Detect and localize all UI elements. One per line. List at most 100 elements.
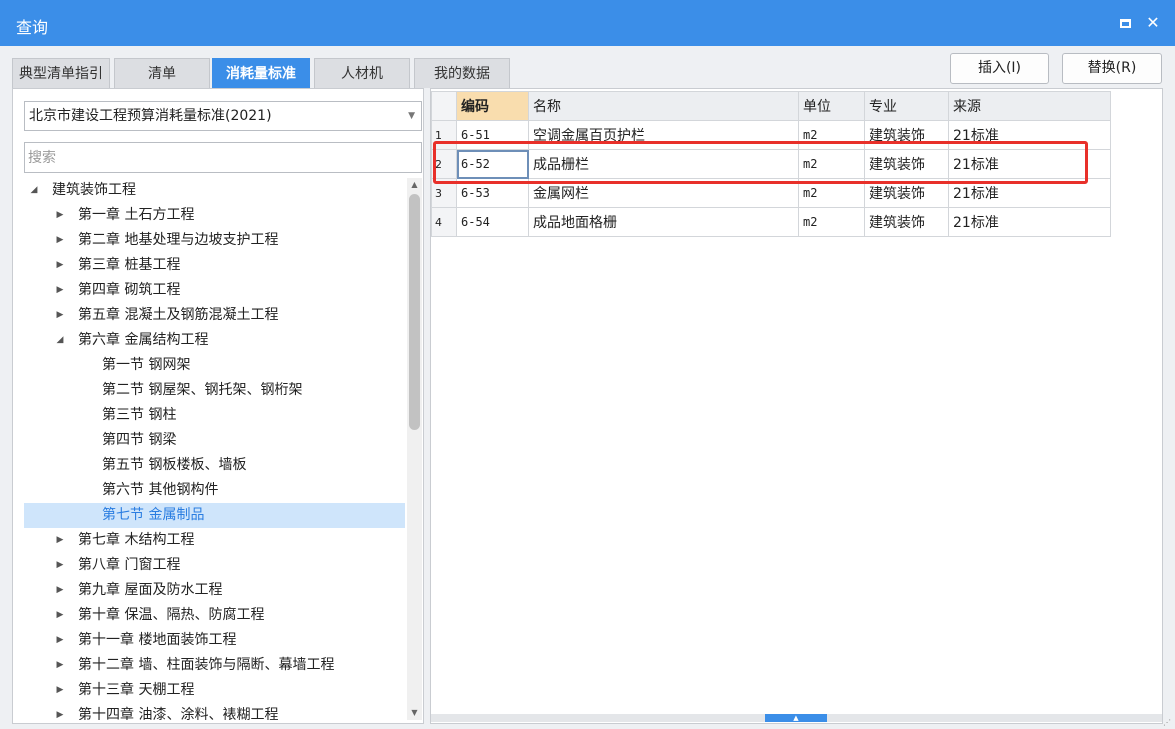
collapse-caret-icon[interactable]: ▶ <box>54 653 66 678</box>
collapse-caret-icon[interactable]: ▶ <box>54 228 66 253</box>
cell-source[interactable]: 21标准 <box>948 149 1111 179</box>
row-index: 4 <box>431 207 457 237</box>
cell-source[interactable]: 21标准 <box>948 120 1111 150</box>
collapse-caret-icon[interactable]: ▶ <box>54 603 66 628</box>
cell-code[interactable]: 6-51 <box>456 120 529 150</box>
tree-item[interactable]: ▶ 第十三章 天棚工程 <box>24 678 405 703</box>
tree-item[interactable]: ▶ 第三章 桩基工程 <box>24 253 405 278</box>
tree-item[interactable]: ▶ 第二章 地基处理与边坡支护工程 <box>24 228 405 253</box>
collapse-caret-icon[interactable]: ▶ <box>54 303 66 328</box>
chevron-down-icon[interactable]: ▼ <box>408 102 415 130</box>
window-title: 查询 <box>16 18 49 37</box>
cell-code[interactable]: 6-54 <box>456 207 529 237</box>
column-header-source[interactable]: 来源 <box>948 91 1111 121</box>
tree-item[interactable]: ▶ 第七章 木结构工程 <box>24 528 405 553</box>
collapse-caret-icon[interactable]: ▶ <box>54 678 66 703</box>
tree-item[interactable]: ◢ 第六章 金属结构工程 <box>24 328 405 353</box>
tree-item[interactable]: ◢ 建筑装饰工程 <box>24 178 405 203</box>
grid-header-row: 编码 名称 单位 专业 来源 <box>431 91 1111 121</box>
tree-item[interactable]: ▶ 第五章 混凝土及钢筋混凝土工程 <box>24 303 405 328</box>
maximize-icon[interactable] <box>1114 12 1136 34</box>
table-row[interactable]: 2 6-52 成品栅栏 m2 建筑装饰 21标准 <box>431 149 1111 179</box>
cell-name[interactable]: 金属网栏 <box>528 178 799 208</box>
collapse-caret-icon[interactable]: ▶ <box>54 253 66 278</box>
close-icon[interactable]: ✕ <box>1142 12 1164 34</box>
scroll-down-icon[interactable]: ▼ <box>407 706 422 720</box>
collapse-caret-icon[interactable]: ▶ <box>54 528 66 553</box>
column-header-major[interactable]: 专业 <box>864 91 949 121</box>
table-row[interactable]: 1 6-51 空调金属百页护栏 m2 建筑装饰 21标准 <box>431 120 1111 150</box>
tab-consumption-standard[interactable]: 消耗量标准 <box>212 58 310 88</box>
tree-item[interactable]: ▶ 第十一章 楼地面装饰工程 <box>24 628 405 653</box>
cell-source[interactable]: 21标准 <box>948 178 1111 208</box>
cell-unit[interactable]: m2 <box>798 178 865 208</box>
tree-item-label: 第七章 木结构工程 <box>78 532 195 548</box>
expand-caret-icon[interactable]: ◢ <box>28 178 40 203</box>
collapse-caret-icon[interactable]: ▶ <box>54 628 66 653</box>
cell-major[interactable]: 建筑装饰 <box>864 120 949 150</box>
cell-major[interactable]: 建筑装饰 <box>864 178 949 208</box>
collapse-caret-icon[interactable]: ▶ <box>54 703 66 720</box>
splitter-handle-icon[interactable]: ▲ <box>765 714 827 722</box>
tree-scrollbar[interactable]: ▲ ▼ <box>407 178 422 720</box>
tree-item-label: 第十章 保温、隔热、防腐工程 <box>78 607 265 623</box>
tree-item[interactable]: ▶ 第八章 门窗工程 <box>24 553 405 578</box>
horizontal-scrollbar[interactable]: ▲ <box>431 714 1162 722</box>
cell-code[interactable]: 6-53 <box>456 178 529 208</box>
tree-item[interactable]: ▶ 第九章 屋面及防水工程 <box>24 578 405 603</box>
tree-item[interactable]: ▶ 第十二章 墙、柱面装饰与隔断、幕墙工程 <box>24 653 405 678</box>
cell-unit[interactable]: m2 <box>798 120 865 150</box>
tab-typical-guide[interactable]: 典型清单指引 <box>12 58 110 88</box>
tree-item-label: 第一节 钢网架 <box>102 357 191 373</box>
column-header-code[interactable]: 编码 <box>456 91 529 121</box>
title-bar: 查询 ✕ <box>0 0 1175 46</box>
scrollbar-thumb[interactable] <box>409 194 420 430</box>
tree-item[interactable]: 第四节 钢梁 <box>24 428 405 453</box>
tab-my-data[interactable]: 我的数据 <box>414 58 510 88</box>
tree-item[interactable]: 第七节 金属制品 <box>24 503 405 528</box>
collapse-caret-icon[interactable]: ▶ <box>54 578 66 603</box>
table-row[interactable]: 4 6-54 成品地面格栅 m2 建筑装饰 21标准 <box>431 207 1111 237</box>
tree-item[interactable]: 第二节 钢屋架、钢托架、钢桁架 <box>24 378 405 403</box>
scroll-up-icon[interactable]: ▲ <box>407 178 422 192</box>
collapse-caret-icon[interactable]: ▶ <box>54 553 66 578</box>
tab-labor-material-machine[interactable]: 人材机 <box>314 58 410 88</box>
cell-unit[interactable]: m2 <box>798 149 865 179</box>
tree-item-label: 第八章 门窗工程 <box>78 557 181 573</box>
table-row[interactable]: 3 6-53 金属网栏 m2 建筑装饰 21标准 <box>431 178 1111 208</box>
cell-name[interactable]: 成品栅栏 <box>528 149 799 179</box>
cell-major[interactable]: 建筑装饰 <box>864 149 949 179</box>
standard-select-value: 北京市建设工程预算消耗量标准(2021) <box>29 108 272 124</box>
replace-button[interactable]: 替换(R) <box>1062 53 1162 84</box>
cell-name[interactable]: 成品地面格栅 <box>528 207 799 237</box>
tree-item[interactable]: ▶ 第十章 保温、隔热、防腐工程 <box>24 603 405 628</box>
tree-item[interactable]: ▶ 第一章 土石方工程 <box>24 203 405 228</box>
search-input[interactable] <box>24 142 422 173</box>
tree-item[interactable]: 第一节 钢网架 <box>24 353 405 378</box>
cell-code[interactable]: 6-52 <box>456 149 529 179</box>
left-panel: 北京市建设工程预算消耗量标准(2021) ▼ ◢ 建筑装饰工程 ▶ 第一章 土石方工程… <box>12 88 424 724</box>
collapse-caret-icon[interactable]: ▶ <box>54 203 66 228</box>
tree-item[interactable]: ▶ 第十四章 油漆、涂料、裱糊工程 <box>24 703 405 720</box>
tree-item-label: 第十三章 天棚工程 <box>78 682 195 698</box>
tree-item[interactable]: 第三节 钢柱 <box>24 403 405 428</box>
row-index: 3 <box>431 178 457 208</box>
tree-item-label: 第六节 其他钢构件 <box>102 482 219 498</box>
tree-item[interactable]: 第六节 其他钢构件 <box>24 478 405 503</box>
tab-bill[interactable]: 清单 <box>114 58 210 88</box>
tree-item-label: 第二节 钢屋架、钢托架、钢桁架 <box>102 382 303 398</box>
tree-item-label: 第三节 钢柱 <box>102 407 177 423</box>
cell-name[interactable]: 空调金属百页护栏 <box>528 120 799 150</box>
cell-unit[interactable]: m2 <box>798 207 865 237</box>
cell-major[interactable]: 建筑装饰 <box>864 207 949 237</box>
tree-item[interactable]: 第五节 钢板楼板、墙板 <box>24 453 405 478</box>
column-header-unit[interactable]: 单位 <box>798 91 865 121</box>
cell-source[interactable]: 21标准 <box>948 207 1111 237</box>
tree-item[interactable]: ▶ 第四章 砌筑工程 <box>24 278 405 303</box>
insert-button[interactable]: 插入(I) <box>950 53 1049 84</box>
expand-caret-icon[interactable]: ◢ <box>54 328 66 353</box>
resize-grip-icon[interactable]: ⋰ <box>1163 718 1173 728</box>
column-header-name[interactable]: 名称 <box>528 91 799 121</box>
collapse-caret-icon[interactable]: ▶ <box>54 278 66 303</box>
standard-select[interactable]: 北京市建设工程预算消耗量标准(2021) ▼ <box>24 101 422 131</box>
